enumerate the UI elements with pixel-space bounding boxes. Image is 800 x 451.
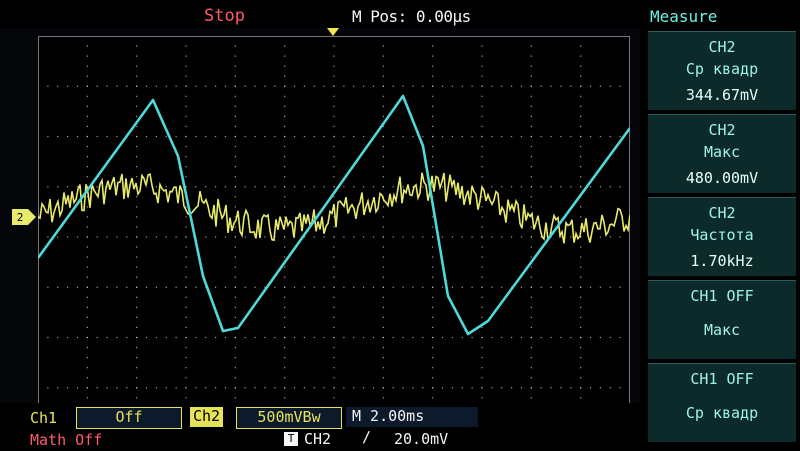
ch1-state: Off	[76, 407, 182, 429]
graticule-grid	[38, 36, 630, 438]
measure-type: Ср квадр	[685, 404, 759, 422]
measure-slot-1[interactable]: CH2 Ср квадр 344.67mV	[648, 31, 796, 110]
waveform-display	[38, 36, 630, 438]
ch2-marker-icon: 2	[12, 209, 36, 225]
rising-edge-icon: ∕	[362, 428, 372, 446]
measure-source: CH2	[708, 204, 736, 222]
svg-text:2: 2	[17, 211, 24, 224]
math-state: Math Off	[30, 431, 103, 449]
ch2-noise-trace	[38, 172, 630, 244]
ch2-label: Ch2	[190, 407, 224, 427]
ch2-main-trace	[38, 94, 630, 336]
measure-panel: Measure CH2 Ср квадр 344.67mV CH2 Макс 4…	[640, 0, 800, 451]
measure-value: 1.70kHz	[690, 252, 754, 270]
measure-source: CH1 OFF	[690, 370, 754, 388]
ch1-label: Ch1	[30, 409, 58, 427]
measure-type: Макс	[703, 321, 741, 339]
horizontal-position: M Pos: 0.00µs	[352, 7, 471, 26]
measure-slot-2[interactable]: CH2 Макс 480.00mV	[648, 114, 796, 193]
measure-type: Ср квадр	[685, 60, 759, 78]
scope-graticule	[38, 36, 630, 438]
measure-value: 344.67mV	[685, 86, 759, 104]
measure-slot-3[interactable]: CH2 Частота 1.70kHz	[648, 197, 796, 276]
top-status-bar: Stop M Pos: 0.00µs	[0, 0, 640, 28]
channel-status-bar: Ch1 Off Ch2 500mVBw M 2.00ms Math Off T …	[0, 403, 640, 451]
measure-title: Measure	[650, 7, 718, 26]
ch2-volts-div: 500mVBw	[236, 407, 342, 429]
trigger-level: 20.0mV	[394, 430, 449, 448]
trigger-position-icon	[327, 28, 339, 36]
measure-slot-5[interactable]: CH1 OFF Ср квадр	[648, 363, 796, 442]
measure-type: Частота	[690, 226, 754, 244]
measure-source: CH1 OFF	[690, 287, 754, 305]
measure-type: Макс	[703, 143, 741, 161]
trigger-source: CH2	[304, 430, 332, 448]
measure-source: CH2	[708, 121, 736, 139]
run-status: Stop	[204, 6, 245, 26]
timebase: M 2.00ms	[346, 407, 478, 427]
measure-value: 480.00mV	[685, 169, 759, 187]
measure-slot-4[interactable]: CH1 OFF Макс	[648, 280, 796, 359]
trigger-icon: T	[284, 432, 298, 446]
measure-source: CH2	[708, 38, 736, 56]
